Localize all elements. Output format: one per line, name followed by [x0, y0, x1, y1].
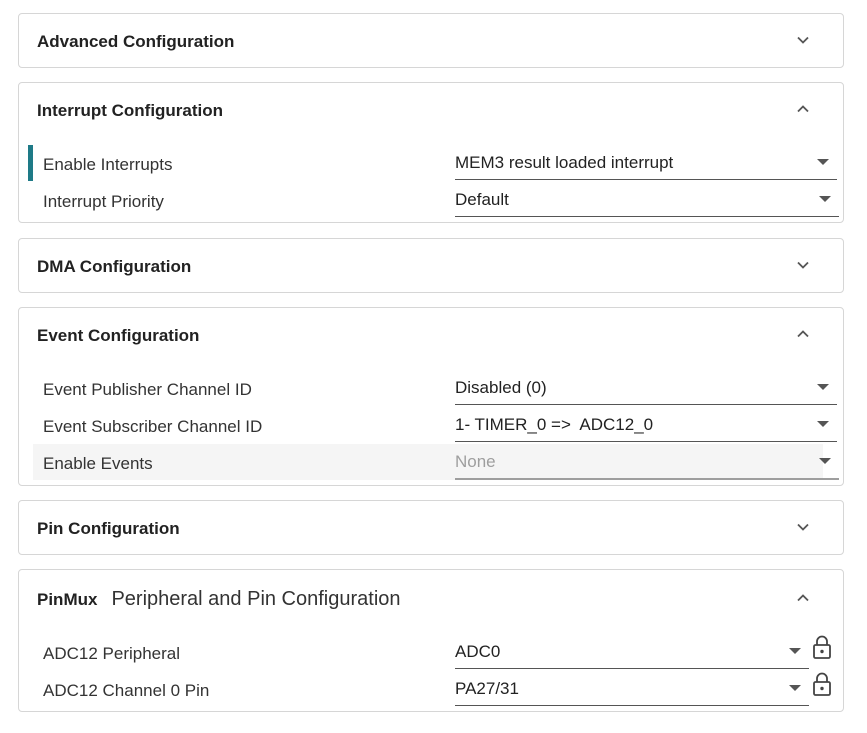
panel-title: PinMux Peripheral and Pin Configuration	[37, 588, 401, 611]
pinmux-title: PinMux	[37, 590, 98, 609]
chevron-up-icon[interactable]	[795, 326, 811, 342]
pin-configuration-header[interactable]: Pin Configuration	[19, 501, 843, 555]
panel-title: Event Configuration	[37, 326, 200, 345]
dma-configuration-panel: DMA Configuration	[18, 238, 844, 293]
interrupt-priority-select[interactable]: Default	[455, 182, 839, 217]
event-subscriber-label: Event Subscriber Channel ID	[43, 417, 263, 436]
panel-title: DMA Configuration	[37, 257, 192, 276]
pinmux-panel: PinMux Peripheral and Pin Configuration A…	[18, 569, 844, 712]
adc12-channel0-pin-row: ADC12 Channel 0 Pin PA27/31	[33, 671, 831, 706]
dropdown-caret-icon[interactable]	[817, 384, 829, 390]
interrupt-priority-label: Interrupt Priority	[43, 192, 164, 211]
event-publisher-label: Event Publisher Channel ID	[43, 380, 252, 399]
interrupt-configuration-header[interactable]: Interrupt Configuration	[19, 83, 843, 137]
select-value: ADC0	[455, 642, 501, 661]
panel-title: Pin Configuration	[37, 519, 180, 538]
adc12-channel0-pin-select[interactable]: PA27/31	[455, 671, 809, 706]
select-value: Disabled (0)	[455, 378, 547, 397]
event-subscriber-row: Event Subscriber Channel ID 1- TIMER_0 =…	[33, 407, 837, 442]
enable-events-label: Enable Events	[43, 454, 153, 473]
panel-title: Interrupt Configuration	[37, 101, 224, 120]
select-value: None	[455, 452, 496, 471]
select-value: Default	[455, 190, 509, 209]
pinmux-header[interactable]: PinMux Peripheral and Pin Configuration	[19, 570, 843, 630]
dma-configuration-header[interactable]: DMA Configuration	[19, 239, 843, 293]
advanced-configuration-header[interactable]: Advanced Configuration	[19, 14, 843, 68]
chevron-up-icon[interactable]	[795, 590, 811, 606]
enable-interrupts-label: Enable Interrupts	[43, 155, 173, 174]
dropdown-caret-icon	[819, 458, 831, 464]
interrupt-priority-row: Interrupt Priority Default	[33, 182, 839, 217]
interrupt-configuration-panel: Interrupt Configuration Enable Interrupt…	[18, 82, 844, 223]
select-value: MEM3 result loaded interrupt	[455, 153, 674, 172]
active-row-indicator	[28, 145, 33, 181]
dropdown-caret-icon[interactable]	[817, 159, 829, 165]
event-publisher-select[interactable]: Disabled (0)	[455, 370, 837, 405]
pin-configuration-panel: Pin Configuration	[18, 500, 844, 555]
select-value: 1- TIMER_0 => ADC12_0	[455, 415, 654, 434]
dropdown-caret-icon[interactable]	[817, 421, 829, 427]
chevron-down-icon[interactable]	[795, 257, 811, 273]
lock-icon[interactable]	[811, 634, 833, 660]
adc12-channel0-pin-label: ADC12 Channel 0 Pin	[43, 681, 210, 700]
enable-interrupts-row: Enable Interrupts MEM3 result loaded int…	[28, 145, 837, 181]
select-value: PA27/31	[455, 679, 519, 698]
adc12-peripheral-select[interactable]: ADC0	[455, 634, 809, 669]
dropdown-caret-icon[interactable]	[789, 648, 801, 654]
adc12-peripheral-row: ADC12 Peripheral ADC0	[33, 634, 831, 669]
advanced-configuration-panel: Advanced Configuration	[18, 13, 844, 68]
chevron-down-icon[interactable]	[795, 519, 811, 535]
event-publisher-row: Event Publisher Channel ID Disabled (0)	[33, 370, 837, 405]
dropdown-caret-icon[interactable]	[789, 685, 801, 691]
chevron-up-icon[interactable]	[795, 101, 811, 117]
adc12-peripheral-label: ADC12 Peripheral	[43, 644, 181, 663]
enable-events-row: Enable Events None	[33, 444, 839, 480]
dropdown-caret-icon[interactable]	[819, 196, 831, 202]
panel-title: Advanced Configuration	[37, 32, 235, 51]
enable-interrupts-select[interactable]: MEM3 result loaded interrupt	[455, 145, 837, 180]
pinmux-subtitle: Peripheral and Pin Configuration	[111, 588, 401, 610]
lock-icon[interactable]	[811, 671, 833, 697]
event-configuration-header[interactable]: Event Configuration	[19, 308, 843, 362]
enable-events-select: None	[455, 444, 839, 480]
chevron-down-icon[interactable]	[795, 32, 811, 48]
event-subscriber-select[interactable]: 1- TIMER_0 => ADC12_0	[455, 407, 837, 442]
event-configuration-panel: Event Configuration Event Publisher Chan…	[18, 307, 844, 486]
